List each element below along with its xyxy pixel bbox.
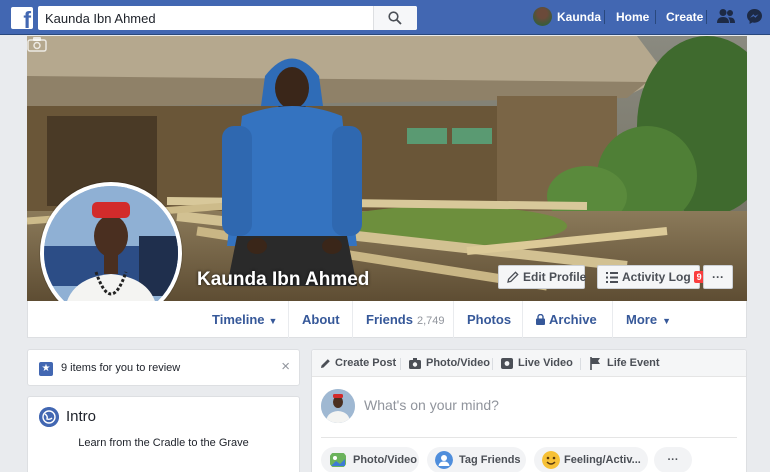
edit-profile-button[interactable]: Edit Profile — [498, 265, 587, 289]
composer-avatar — [321, 389, 355, 423]
tab-more-label: More — [626, 312, 658, 327]
nav-divider — [604, 10, 605, 24]
search-button[interactable] — [373, 6, 417, 30]
nav-divider — [522, 301, 523, 338]
review-text: 9 items for you to review — [61, 362, 181, 374]
friend-requests-icon[interactable] — [717, 8, 735, 24]
friends-count: 2,749 — [416, 315, 445, 327]
composer-tab-life-event[interactable]: Life Event — [607, 357, 660, 369]
photo-icon — [330, 453, 346, 467]
intro-card: Intro Learn from the Cradle to the Grave — [27, 396, 300, 472]
composer-input[interactable]: What's on your mind? — [364, 397, 499, 413]
nav-avatar — [533, 7, 552, 26]
tag-friends-icon — [435, 451, 453, 469]
profile-picture-image — [44, 186, 178, 320]
messenger-icon[interactable] — [746, 8, 763, 25]
composer-tab-create-post[interactable]: Create Post — [335, 357, 396, 369]
flag-icon — [590, 357, 600, 370]
edit-profile-label: Edit Profile — [523, 270, 587, 284]
chevron-down-icon: ▼ — [268, 316, 278, 326]
post-composer: Create Post Photo/Video Live Video Life … — [311, 349, 747, 472]
composer-tabs: Create Post Photo/Video Live Video Life … — [312, 350, 746, 377]
review-notice[interactable]: ★ 9 items for you to review × — [27, 349, 300, 386]
tab-about[interactable]: About — [302, 301, 340, 338]
tab-archive[interactable]: Archive — [536, 301, 597, 338]
tab-photos[interactable]: Photos — [467, 301, 511, 338]
tab-divider — [492, 358, 493, 370]
nav-divider — [453, 301, 454, 338]
globe-icon — [39, 407, 59, 427]
search-box — [38, 6, 417, 30]
facebook-logo-icon[interactable]: f — [11, 7, 33, 29]
tab-archive-label: Archive — [549, 312, 597, 327]
profile-name: Kaunda Ibn Ahmed — [197, 269, 370, 290]
feeling-activity-label: Feeling/Activ... — [564, 454, 641, 466]
nav-divider — [288, 301, 289, 338]
chevron-down-icon: ▼ — [662, 316, 671, 326]
tab-divider — [580, 358, 581, 370]
composer-tab-live-video[interactable]: Live Video — [518, 357, 573, 369]
tab-friends[interactable]: Friends 2,749 — [366, 301, 445, 338]
profile-nav: Timeline ▼ About Friends 2,749 Photos Arch… — [27, 301, 747, 338]
camera-icon — [409, 358, 421, 369]
activity-log-label: Activity Log — [622, 270, 691, 284]
intro-title: Intro — [66, 408, 97, 425]
nav-divider — [706, 10, 707, 24]
composer-tab-photo-video[interactable]: Photo/Video — [426, 357, 490, 369]
tab-divider — [400, 358, 401, 370]
smiley-icon — [542, 451, 560, 469]
search-input[interactable] — [38, 6, 378, 30]
tag-friends-label: Tag Friends — [459, 454, 521, 466]
composer-divider — [321, 437, 737, 438]
tab-more[interactable]: More ▼ — [626, 301, 671, 338]
star-icon: ★ — [39, 362, 53, 376]
video-icon — [501, 358, 513, 369]
nav-home-link[interactable]: Home — [616, 10, 649, 24]
list-icon — [606, 272, 618, 283]
close-icon[interactable]: × — [281, 359, 290, 374]
search-icon — [388, 11, 402, 25]
activity-log-button[interactable]: Activity Log 9 — [597, 265, 705, 289]
lock-icon — [536, 313, 545, 325]
tab-timeline-label: Timeline — [212, 312, 265, 327]
more-dots-icon: ··· — [712, 270, 724, 284]
pencil-icon — [507, 271, 519, 283]
nav-divider — [352, 301, 353, 338]
nav-profile-label: Kaunda — [557, 10, 602, 24]
cover-more-button[interactable]: ··· — [703, 265, 733, 289]
photo-video-label: Photo/Video — [353, 454, 417, 466]
composer-more-button[interactable]: ··· — [654, 447, 692, 472]
nav-divider — [612, 301, 613, 338]
top-navigation-bar: f Kaunda Home Create — [0, 0, 770, 35]
pencil-icon — [321, 359, 330, 368]
intro-bio: Learn from the Cradle to the Grave — [78, 437, 249, 449]
feeling-activity-button[interactable]: Feeling/Activ... — [534, 447, 648, 472]
tab-friends-label: Friends — [366, 312, 413, 327]
more-dots-icon: ··· — [667, 454, 679, 466]
update-cover-camera-icon[interactable] — [27, 36, 47, 52]
tag-friends-button[interactable]: Tag Friends — [427, 447, 526, 472]
nav-divider — [655, 10, 656, 24]
nav-create-link[interactable]: Create — [666, 10, 703, 24]
tab-timeline[interactable]: Timeline ▼ — [212, 301, 277, 338]
photo-video-button[interactable]: Photo/Video — [321, 447, 419, 472]
